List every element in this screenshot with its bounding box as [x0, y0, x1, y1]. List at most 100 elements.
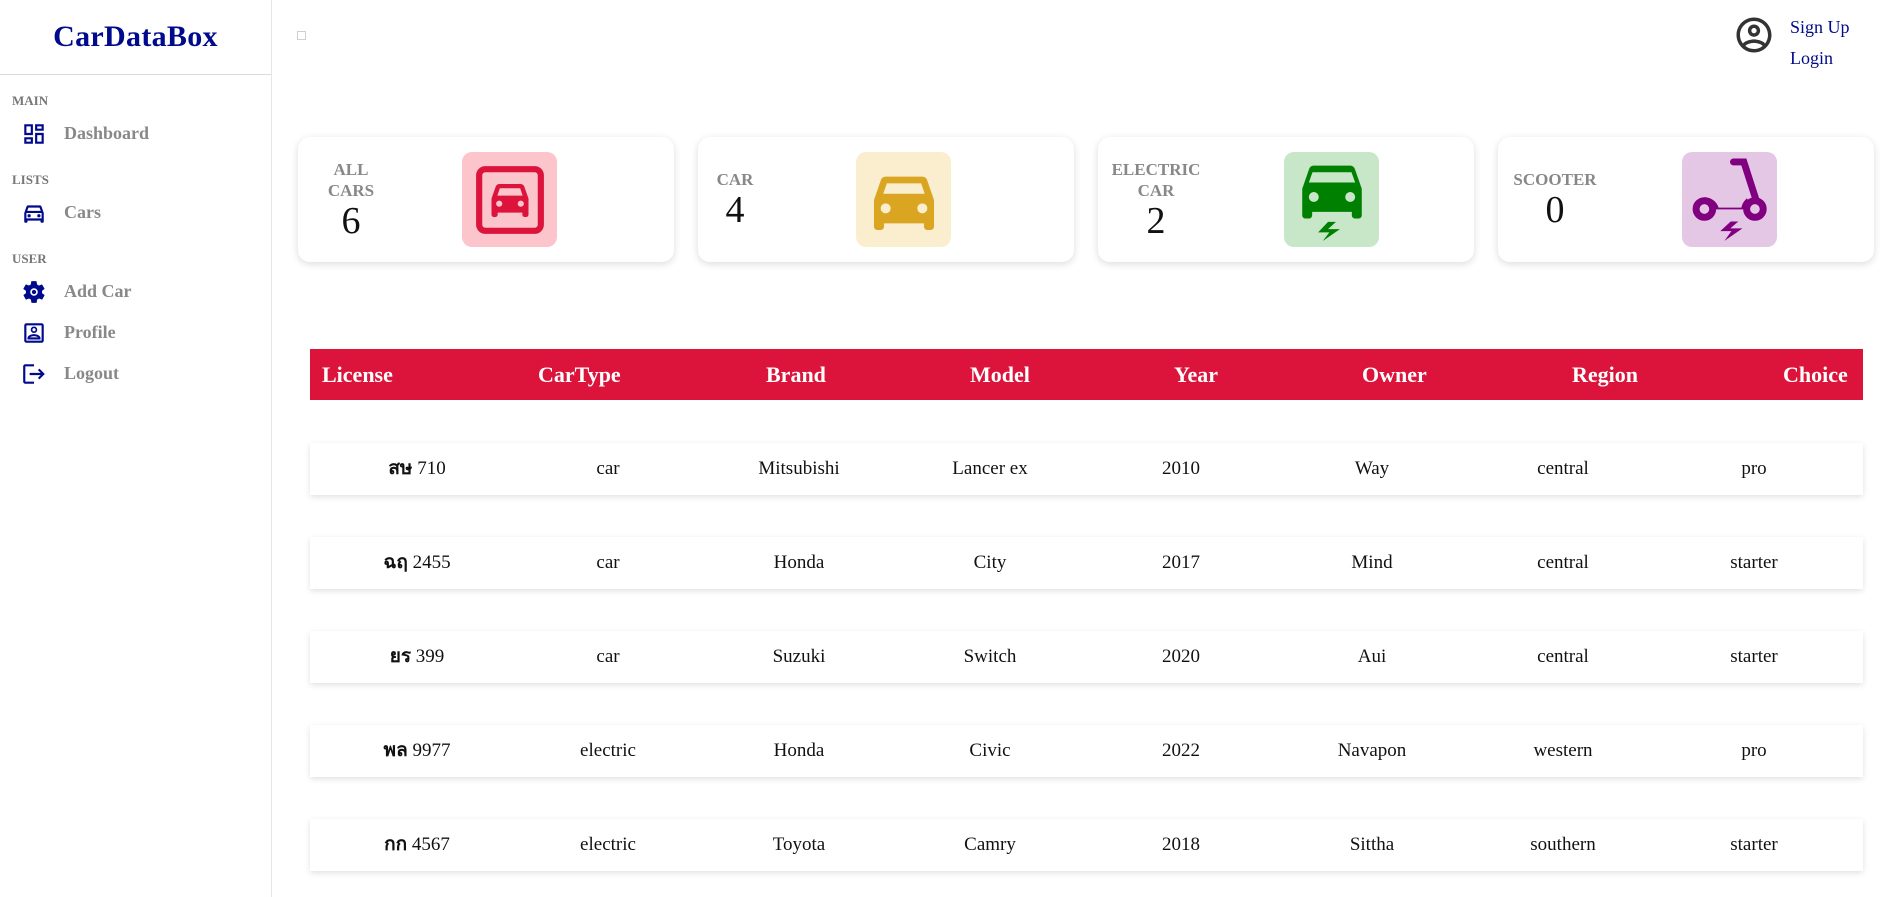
cell-region: southern: [1530, 834, 1596, 855]
column-header-choice[interactable]: Choice: [1783, 362, 1848, 388]
section-title-lists: LISTS: [12, 172, 49, 187]
cell-brand: Suzuki: [772, 646, 826, 667]
cell-choice: starter: [1730, 552, 1778, 573]
sidebar-item-label: Dashboard: [64, 123, 150, 143]
stat-title: ALL CARS: [328, 159, 374, 201]
stat-value: 4: [725, 189, 745, 231]
cell-region: central: [1537, 646, 1589, 667]
table-row[interactable]: กก 4567 electric Toyota Camry 2018 Sitth…: [310, 819, 1863, 871]
stat-text: ELECTRIC CAR 2: [1108, 137, 1204, 262]
cell-owner: Navapon: [1337, 740, 1407, 761]
cell-year: 2020: [1162, 646, 1200, 667]
stat-value: 6: [341, 199, 361, 242]
cell-license: ยร 399: [390, 631, 445, 683]
sidebar-item-add-car[interactable]: Add Car: [12, 271, 271, 312]
license-prefix: กก: [384, 834, 408, 855]
cell-owner: Mind: [1351, 552, 1393, 573]
cell-brand: Toyota: [772, 834, 826, 855]
stat-title-line: ALL: [333, 159, 369, 179]
table-row[interactable]: สษ 710 car Mitsubishi Lancer ex 2010 Way…: [310, 443, 1863, 495]
sidebar-item-label: Cars: [64, 202, 101, 222]
cell-owner: Aui: [1357, 646, 1387, 667]
license-number: 4567: [411, 834, 450, 855]
cell-cartype: electric: [580, 740, 636, 761]
cell-choice: starter: [1730, 646, 1778, 667]
sidebar-item-logout[interactable]: Logout: [12, 353, 271, 394]
cell-choice: starter: [1730, 834, 1778, 855]
cell-cartype: electric: [580, 834, 636, 855]
stat-title-line: ELECTRIC: [1111, 159, 1201, 179]
column-header-owner[interactable]: Owner: [1362, 362, 1427, 388]
license-number: 399: [415, 646, 445, 667]
sidebar-item-dashboard[interactable]: Dashboard: [12, 113, 271, 154]
sidebar-item-profile[interactable]: Profile: [12, 312, 271, 353]
stat-title: CAR: [717, 169, 754, 190]
license-number: 2455: [412, 552, 451, 573]
cell-choice: pro: [1741, 740, 1767, 761]
auth-links: Sign Up Login: [1790, 12, 1850, 74]
electric-car-icon: [1284, 152, 1379, 247]
license-number: 710: [417, 458, 446, 479]
car-icon: [19, 198, 49, 228]
column-header-year[interactable]: Year: [1174, 362, 1218, 388]
table-row[interactable]: พล 9977 electric Honda Civic 2022 Navapo…: [310, 725, 1863, 777]
login-link[interactable]: Login: [1790, 43, 1850, 74]
stat-value: 0: [1545, 189, 1565, 231]
logout-icon: [19, 359, 49, 389]
license-prefix: พล: [383, 740, 408, 761]
cell-cartype: car: [596, 552, 620, 573]
stat-title: ELECTRIC CAR: [1112, 159, 1201, 201]
table-header: License CarType Brand Model Year Owner R…: [310, 349, 1863, 400]
stat-title: SCOOTER: [1513, 169, 1596, 190]
column-header-region[interactable]: Region: [1572, 362, 1638, 388]
electric-scooter-icon: [1682, 152, 1777, 247]
cars-table: License CarType Brand Model Year Owner R…: [310, 349, 1863, 871]
license-number: 9977: [412, 740, 451, 761]
car-icon: [856, 152, 951, 247]
stat-title-line: CAR: [1137, 180, 1175, 200]
cell-cartype: car: [596, 458, 620, 479]
gear-icon: [19, 277, 49, 307]
column-header-license[interactable]: License: [322, 362, 393, 388]
stat-title-line: SCOOTER: [1513, 170, 1597, 189]
cell-model: City: [973, 552, 1007, 573]
stat-card-car: CAR 4: [698, 137, 1074, 262]
profile-icon: [19, 318, 49, 348]
column-header-model[interactable]: Model: [970, 362, 1030, 388]
cell-license: กก 4567: [384, 819, 450, 871]
license-prefix: ยร: [389, 646, 412, 667]
stat-text: CAR 4: [708, 137, 762, 262]
table-row[interactable]: ฉฤ 2455 car Honda City 2017 Mind central…: [310, 537, 1863, 589]
stat-card-electric-car: ELECTRIC CAR 2: [1098, 137, 1474, 262]
cell-model: Switch: [963, 646, 1017, 667]
cell-model: Civic: [969, 740, 1011, 761]
column-header-cartype[interactable]: CarType: [538, 362, 621, 388]
license-prefix: ฉฤ: [383, 552, 408, 573]
cell-choice: pro: [1741, 458, 1767, 479]
stat-card-all-cars: ALL CARS 6: [298, 137, 674, 262]
user-area: Sign Up Login: [1733, 12, 1850, 74]
logo[interactable]: CarDataBox: [0, 0, 271, 75]
user-circle-icon[interactable]: [1733, 14, 1775, 56]
cell-brand: Honda: [773, 740, 825, 761]
cell-owner: Sittha: [1349, 834, 1395, 855]
cell-model: Camry: [964, 834, 1016, 855]
license-prefix: สษ: [388, 458, 413, 479]
stat-value: 2: [1146, 199, 1166, 242]
sidebar: CarDataBox MAIN Dashboard LISTS Cars USE…: [0, 0, 272, 897]
stat-title-line: CARS: [327, 180, 375, 200]
stat-card-scooter: SCOOTER 0: [1498, 137, 1874, 262]
cell-license: สษ 710: [388, 443, 445, 495]
column-header-brand[interactable]: Brand: [766, 362, 826, 388]
cell-year: 2010: [1162, 458, 1200, 479]
sidebar-item-cars[interactable]: Cars: [12, 192, 271, 233]
menu-toggle-checkbox[interactable]: [297, 31, 306, 40]
table-row[interactable]: ยร 399 car Suzuki Switch 2020 Aui centra…: [310, 631, 1863, 683]
sidebar-item-label: Logout: [64, 363, 120, 383]
cell-year: 2017: [1162, 552, 1200, 573]
dashboard-icon: [19, 119, 49, 149]
signup-link[interactable]: Sign Up: [1790, 12, 1850, 43]
cell-model: Lancer ex: [952, 458, 1028, 479]
stat-cards: ALL CARS 6 CAR 4 ELECTRIC CAR 2 SCOOTER …: [298, 137, 1874, 262]
garage-car-icon: [462, 152, 557, 247]
